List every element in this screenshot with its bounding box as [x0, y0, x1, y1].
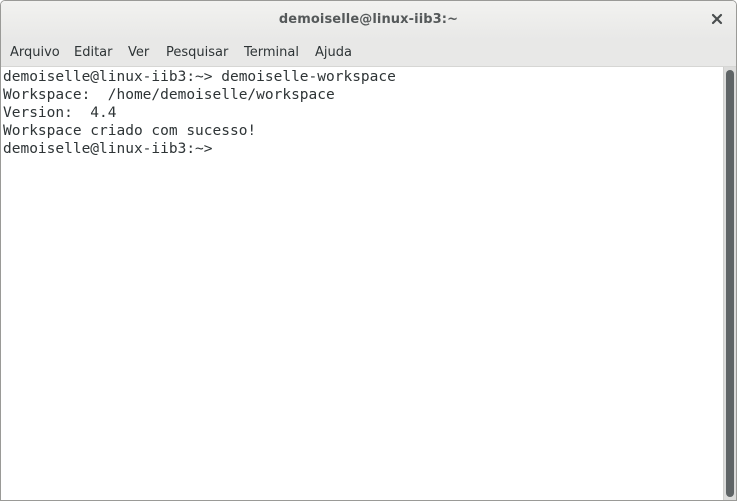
menu-pesquisar[interactable]: Pesquisar — [166, 45, 228, 60]
window-title: demoiselle@linux-iib3:~ — [278, 12, 459, 27]
text-cursor — [221, 140, 230, 156]
terminal-window: demoiselle@linux-iib3:~ Arquivo Editar V… — [0, 0, 737, 501]
menu-terminal[interactable]: Terminal — [244, 45, 299, 60]
terminal-line: demoiselle@linux-iib3:~> demoiselle-work… — [3, 69, 396, 85]
terminal-prompt: demoiselle@linux-iib3:~> — [3, 141, 222, 157]
title-bar[interactable]: demoiselle@linux-iib3:~ — [1, 1, 736, 40]
scrollbar-thumb[interactable] — [726, 70, 734, 497]
terminal-line: Workspace: /home/demoiselle/workspace — [3, 87, 335, 103]
close-icon — [711, 13, 723, 25]
menu-ver[interactable]: Ver — [128, 45, 149, 60]
terminal-line: Version: 4.4 — [3, 105, 117, 121]
terminal-line: Workspace criado com sucesso! — [3, 123, 257, 139]
menu-bar: Arquivo Editar Ver Pesquisar Terminal Aj… — [1, 40, 736, 67]
close-button[interactable] — [708, 10, 726, 28]
menu-ajuda[interactable]: Ajuda — [315, 45, 352, 60]
menu-arquivo[interactable]: Arquivo — [10, 45, 60, 60]
menu-editar[interactable]: Editar — [74, 45, 113, 60]
terminal-output[interactable]: demoiselle@linux-iib3:~> demoiselle-work… — [1, 67, 723, 500]
terminal-prompt-line: demoiselle@linux-iib3:~> — [3, 140, 230, 158]
vertical-scrollbar[interactable] — [723, 67, 736, 500]
